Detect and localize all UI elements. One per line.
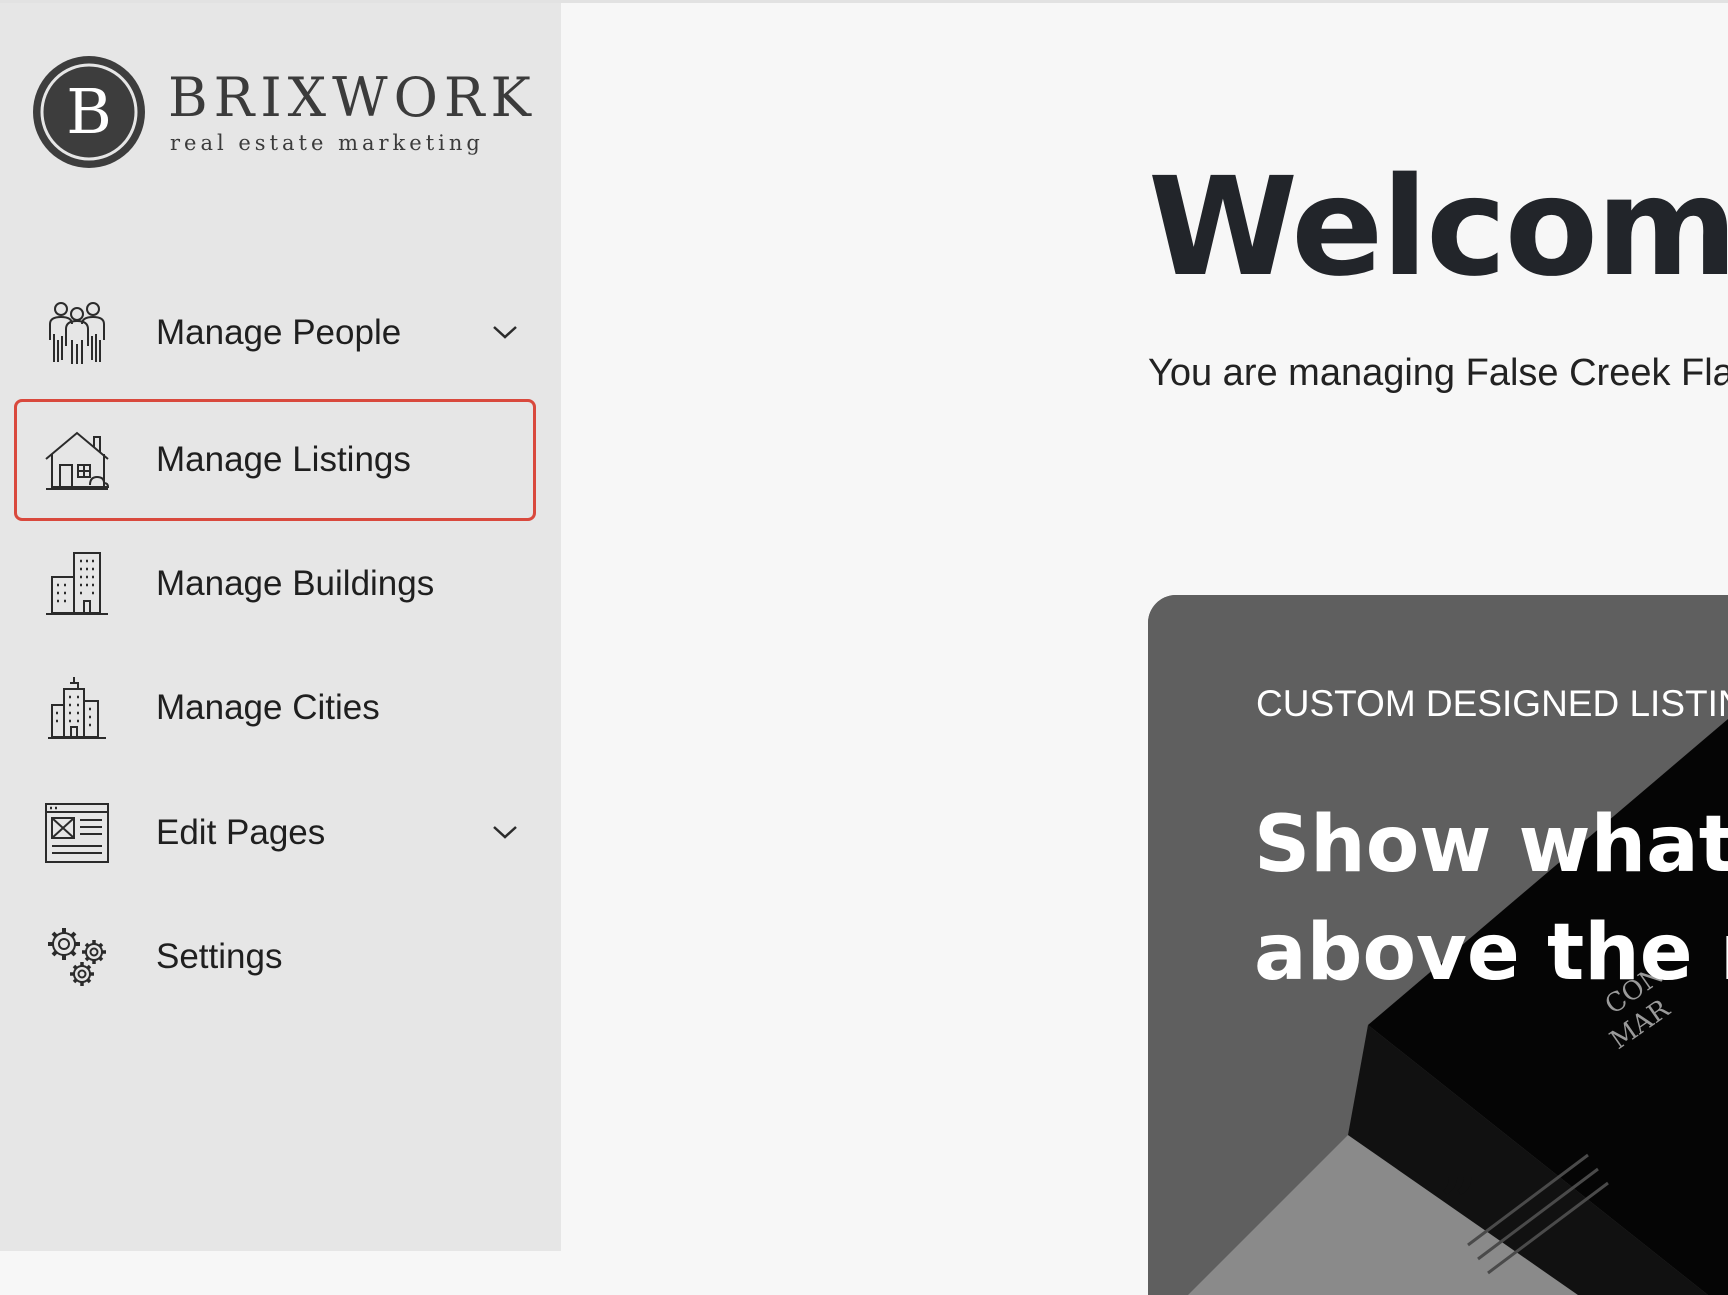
chevron-down-icon[interactable] [492, 824, 518, 840]
hero-headline: Show what above the r [1254, 791, 1728, 1007]
house-icon [45, 431, 110, 490]
sidebar-item-manage-listings[interactable]: Manage Listings [14, 399, 536, 521]
svg-text:B: B [66, 75, 112, 148]
chevron-down-icon[interactable] [492, 324, 518, 340]
sidebar-item-label: Manage Listings [156, 440, 411, 479]
brand-logo[interactable]: B BRIXWORK real estate marketing [30, 51, 531, 171]
sidebar-item-manage-cities[interactable]: Manage Cities [14, 647, 536, 769]
page-subtitle: You are managing False Creek Fla [1148, 352, 1728, 394]
sidebar-item-label: Manage People [156, 313, 402, 352]
page-title: Welcom [1148, 149, 1728, 307]
sidebar-item-label: Edit Pages [156, 813, 326, 852]
promo-card[interactable]: CON MAR ” CUSTOM DESIGNED LISTIN Show wh… [1148, 595, 1728, 1295]
brand-name: BRIXWORK [168, 66, 537, 129]
hero-headline-line: Show what [1254, 800, 1728, 890]
building-icon [46, 552, 108, 615]
page-layout-icon [45, 803, 109, 863]
city-icon [48, 677, 106, 739]
sidebar-item-label: Manage Cities [156, 688, 380, 727]
hero-headline-line: above the r [1254, 908, 1728, 998]
sidebar-item-edit-pages[interactable]: Edit Pages [14, 772, 536, 894]
sidebar-item-label: Settings [156, 937, 283, 976]
brand-mark-icon: B [33, 56, 145, 168]
people-icon [49, 302, 105, 364]
sidebar-item-label: Manage Buildings [156, 564, 435, 603]
sidebar: B BRIXWORK real estate marketing Manage … [0, 3, 561, 1251]
svg-text:”: ” [1440, 1164, 1477, 1239]
sidebar-item-manage-people[interactable]: Manage People [14, 272, 536, 394]
sidebar-item-manage-buildings[interactable]: Manage Buildings [14, 523, 536, 645]
brand-tagline: real estate marketing [170, 131, 484, 155]
sidebar-item-settings[interactable]: Settings [14, 896, 536, 1018]
hero-eyebrow: CUSTOM DESIGNED LISTIN [1256, 683, 1728, 724]
gears-icon [48, 928, 106, 986]
